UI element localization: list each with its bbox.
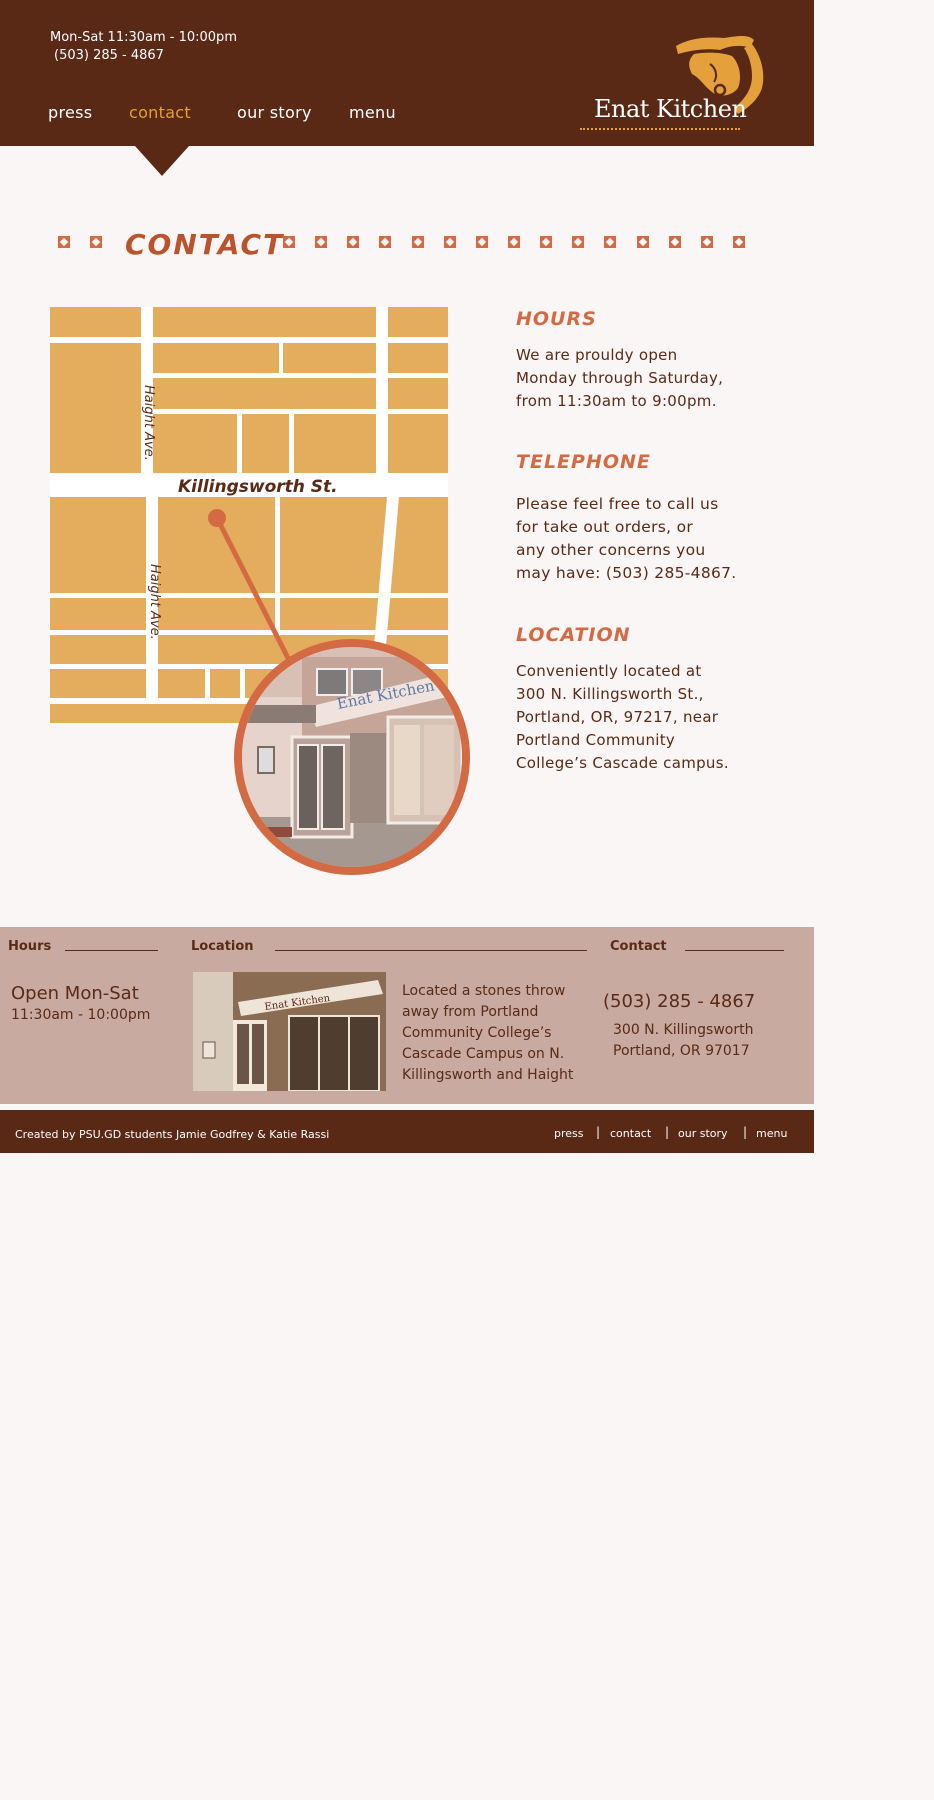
diamond-ornament: [283, 236, 295, 248]
site-header: Mon-Sat 11:30am - 10:00pm (503) 285 - 48…: [0, 0, 814, 146]
diamond-ornament: [572, 236, 584, 248]
diamond-ornament: [476, 236, 488, 248]
footer-hours-time: 11:30am - 10:00pm: [11, 1007, 151, 1023]
footer-contact-heading: Contact: [610, 939, 667, 954]
footer-info: Hours Open Mon-Sat 11:30am - 10:00pm Loc…: [0, 927, 814, 1104]
logo-underline: [580, 128, 740, 130]
footer-location-heading: Location: [191, 939, 254, 954]
logo-text[interactable]: Enat Kitchen: [594, 95, 747, 123]
footer-nav-press[interactable]: press: [554, 1127, 584, 1140]
telephone-heading: TELEPHONE: [516, 451, 651, 473]
nav-press[interactable]: press: [48, 103, 92, 122]
header-phone: (503) 285 - 4867: [54, 48, 164, 63]
footer-nav-contact[interactable]: contact: [610, 1127, 651, 1140]
footer-hours-heading: Hours: [8, 939, 52, 954]
nav-active-pointer: [135, 146, 189, 176]
nav-separator: |: [743, 1125, 748, 1139]
bottom-bar: Created by PSU.GD students Jamie Godfrey…: [0, 1110, 814, 1153]
storefront-photo: Enat Kitchen: [234, 639, 470, 875]
diamond-ornament: [733, 236, 745, 248]
divider: [275, 950, 587, 951]
contact-heading-row: CONTACT: [0, 226, 814, 261]
footer-hours-open: Open Mon-Sat: [11, 983, 139, 1004]
hours-heading: HOURS: [516, 308, 597, 330]
diamond-ornament: [701, 236, 713, 248]
footer-contact-phone[interactable]: (503) 285 - 4867: [603, 991, 755, 1012]
diamond-ornament: [508, 236, 520, 248]
diamond-ornament: [379, 236, 391, 248]
diamond-ornament: [444, 236, 456, 248]
footer-location-text: Located a stones throw away from Portlan…: [402, 983, 574, 1083]
nav-separator: |: [596, 1125, 601, 1139]
telephone-text: Please feel free to call us for take out…: [516, 495, 737, 582]
diamond-ornament: [637, 236, 649, 248]
nav-menu[interactable]: menu: [349, 103, 396, 122]
diamond-ornament: [58, 236, 70, 248]
diamond-ornament: [412, 236, 424, 248]
diamond-ornament: [315, 236, 327, 248]
diamond-ornament: [347, 236, 359, 248]
diamond-ornament: [90, 236, 102, 248]
header-hours: Mon-Sat 11:30am - 10:00pm: [50, 30, 237, 45]
footer-nav-our-story[interactable]: our story: [678, 1127, 728, 1140]
diamond-ornament: [669, 236, 681, 248]
page-title: CONTACT: [125, 228, 285, 261]
footer-storefront-photo: Enat Kitchen: [193, 972, 386, 1091]
divider: [65, 950, 158, 951]
divider: [685, 950, 784, 951]
nav-our-story[interactable]: our story: [237, 103, 312, 122]
location-heading: LOCATION: [516, 624, 631, 646]
nav-separator: |: [665, 1125, 670, 1139]
footer-nav-menu[interactable]: menu: [756, 1127, 787, 1140]
hours-text: We are prouldy open Monday through Satur…: [516, 346, 724, 410]
location-text: Conveniently located at 300 N. Killingsw…: [516, 662, 729, 772]
diamond-ornament: [604, 236, 616, 248]
credit-text: Created by PSU.GD students Jamie Godfrey…: [15, 1128, 330, 1141]
footer-contact-address: 300 N. Killingsworth Portland, OR 97017: [613, 1022, 754, 1059]
nav-contact[interactable]: contact: [129, 103, 191, 122]
diamond-ornament: [540, 236, 552, 248]
